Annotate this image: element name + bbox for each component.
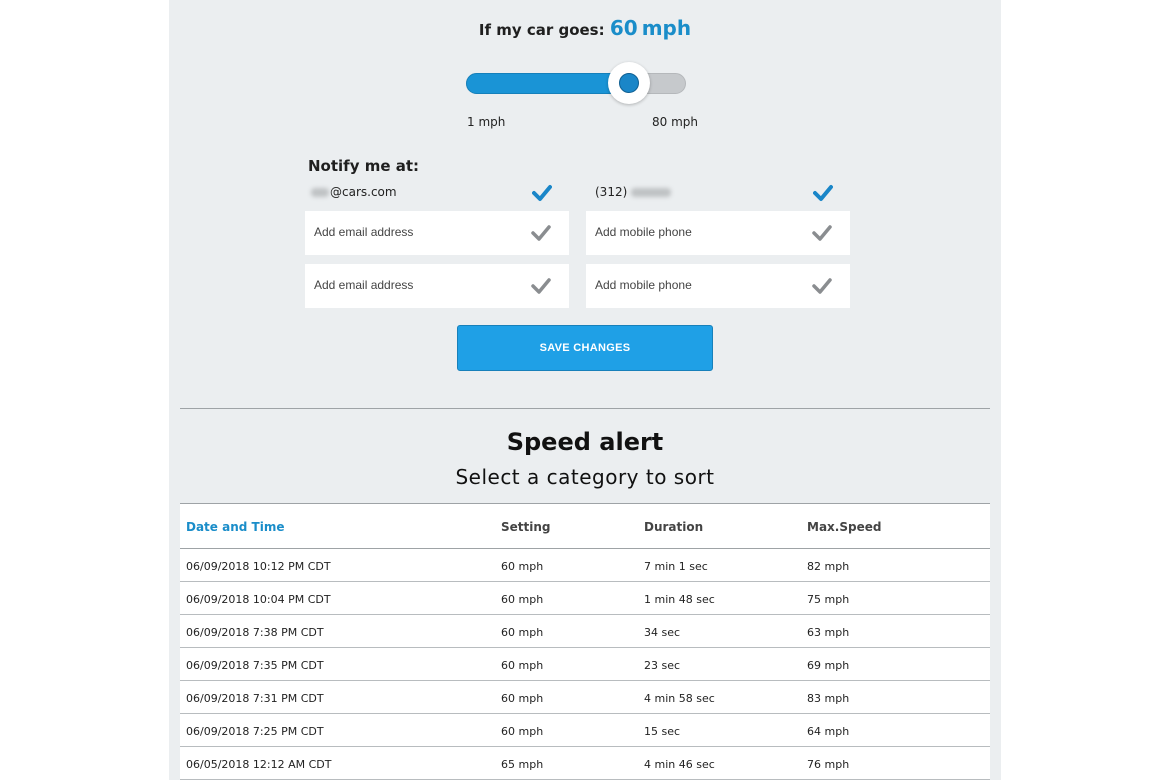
table-row: 06/09/2018 7:35 PM CDT 60 mph 23 sec 69 … (180, 648, 990, 681)
email-field-2[interactable]: Add email address (305, 264, 569, 308)
cell-date-time: 06/09/2018 7:38 PM CDT (186, 626, 324, 639)
speed-alert-panel: If my car goes: 60 mph 1 mph 80 mph Noti… (169, 0, 1001, 780)
slider-min-label: 1 mph (467, 115, 506, 129)
cell-max-speed: 82 mph (807, 560, 850, 573)
redacted-text (311, 188, 329, 197)
column-max-speed[interactable]: Max.Speed (807, 520, 881, 534)
speed-heading-prefix: If my car goes: (478, 21, 605, 39)
cell-date-time: 06/09/2018 7:31 PM CDT (186, 692, 324, 705)
speed-alert-table: Date and Time Setting Duration Max.Speed… (180, 503, 990, 780)
speed-heading: If my car goes: 60 mph (169, 16, 1001, 40)
email-check-icon[interactable] (532, 183, 552, 203)
speed-value: 60 mph (609, 16, 692, 40)
phone-field-1[interactable]: Add mobile phone (586, 211, 850, 255)
notify-title: Notify me at: (308, 157, 420, 175)
cell-max-speed: 64 mph (807, 725, 850, 738)
cell-setting: 60 mph (501, 560, 544, 573)
cell-date-time: 06/09/2018 10:12 PM CDT (186, 560, 331, 573)
cell-setting: 60 mph (501, 593, 544, 606)
cell-max-speed: 63 mph (807, 626, 850, 639)
sort-instruction: Select a category to sort (455, 465, 715, 489)
cell-duration: 4 min 58 sec (644, 692, 715, 705)
speed-slider-fill (466, 73, 629, 94)
slider-max-label: 80 mph (652, 115, 698, 129)
cell-duration: 15 sec (644, 725, 681, 738)
cell-max-speed: 69 mph (807, 659, 850, 672)
cell-duration: 23 sec (644, 659, 681, 672)
table-row: 06/05/2018 12:12 AM CDT 65 mph 4 min 46 … (180, 747, 990, 780)
cell-setting: 60 mph (501, 659, 544, 672)
cell-setting: 65 mph (501, 758, 544, 771)
column-setting[interactable]: Setting (501, 520, 551, 534)
slider-handle-dot (618, 73, 639, 93)
redacted-text (631, 188, 672, 197)
phone-placeholder: Add mobile phone (595, 225, 692, 239)
table-row: 06/09/2018 10:04 PM CDT 60 mph 1 min 48 … (180, 582, 990, 615)
cell-max-speed: 76 mph (807, 758, 850, 771)
email-field-1[interactable]: Add email address (305, 211, 569, 255)
cell-max-speed: 75 mph (807, 593, 850, 606)
email-placeholder: Add email address (314, 278, 414, 292)
check-icon[interactable] (812, 223, 832, 243)
speed-slider-handle[interactable] (607, 62, 650, 104)
check-icon[interactable] (531, 223, 551, 243)
cell-duration: 4 min 46 sec (644, 758, 715, 771)
cell-max-speed: 83 mph (807, 692, 850, 705)
cell-duration: 34 sec (644, 626, 681, 639)
save-changes-button[interactable]: SAVE CHANGES (457, 325, 713, 371)
table-row: 06/09/2018 7:31 PM CDT 60 mph 4 min 58 s… (180, 681, 990, 714)
section-divider (180, 408, 990, 409)
table-row: 06/09/2018 7:38 PM CDT 60 mph 34 sec 63 … (180, 615, 990, 648)
table-row: 06/09/2018 10:12 PM CDT 60 mph 7 min 1 s… (180, 549, 990, 582)
current-email: @cars.com (311, 185, 397, 199)
cell-setting: 60 mph (501, 692, 544, 705)
column-duration[interactable]: Duration (644, 520, 703, 534)
check-icon[interactable] (812, 276, 832, 296)
cell-date-time: 06/09/2018 7:25 PM CDT (186, 725, 324, 738)
cell-setting: 60 mph (501, 725, 544, 738)
phone-placeholder: Add mobile phone (595, 278, 692, 292)
current-phone: (312) (595, 185, 672, 199)
phone-field-2[interactable]: Add mobile phone (586, 264, 850, 308)
cell-date-time: 06/09/2018 7:35 PM CDT (186, 659, 324, 672)
cell-duration: 7 min 1 sec (644, 560, 708, 573)
cell-duration: 1 min 48 sec (644, 593, 715, 606)
cell-date-time: 06/09/2018 10:04 PM CDT (186, 593, 331, 606)
column-date-time[interactable]: Date and Time (186, 520, 284, 534)
speed-alert-title: Speed alert (506, 428, 664, 456)
cell-setting: 60 mph (501, 626, 544, 639)
email-placeholder: Add email address (314, 225, 414, 239)
table-header: Date and Time Setting Duration Max.Speed (180, 504, 990, 549)
cell-date-time: 06/05/2018 12:12 AM CDT (186, 758, 332, 771)
check-icon[interactable] (531, 276, 551, 296)
table-row: 06/09/2018 7:25 PM CDT 60 mph 15 sec 64 … (180, 714, 990, 747)
phone-check-icon[interactable] (813, 183, 833, 203)
